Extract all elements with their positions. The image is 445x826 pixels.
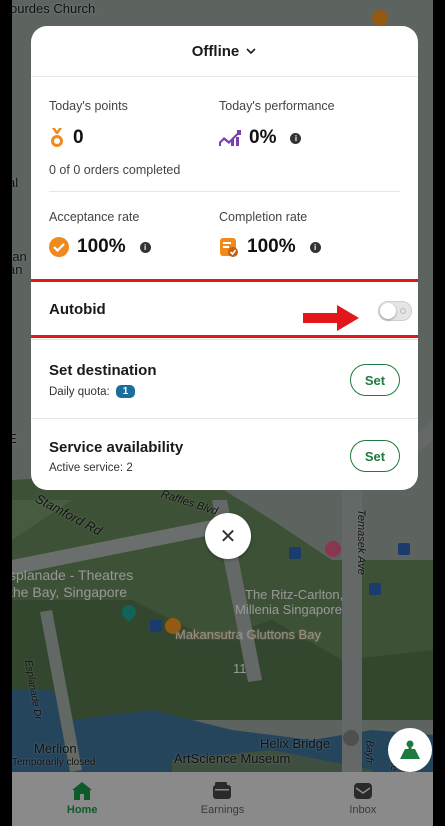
close-button[interactable]: ✕ [205, 513, 251, 559]
service-availability-row: Service availability Active service: 2 S… [31, 416, 418, 490]
set-destination-button[interactable]: Set [350, 364, 400, 396]
tab-label-earnings: Earnings [200, 804, 245, 816]
map-person-icon [400, 740, 420, 759]
completion-rate-label: Completion rate [219, 210, 308, 224]
checkmark-circle-icon [49, 237, 69, 257]
tab-label-inbox: Inbox [349, 804, 377, 816]
todays-points-value: 0 [73, 127, 84, 148]
home-icon [72, 782, 93, 800]
todays-performance-value: 0% [249, 127, 277, 148]
daily-quota-label: Daily quota: [49, 385, 110, 398]
status-row: Offline [31, 26, 418, 77]
inbox-icon [353, 783, 372, 799]
info-icon[interactable]: i [290, 132, 302, 144]
info-icon[interactable]: i [139, 241, 151, 253]
performance-chart-icon [219, 130, 241, 146]
chevron-down-icon [246, 48, 256, 55]
set-service-availability-button[interactable]: Set [350, 440, 400, 472]
status-card: Offline Today's points 0 0 of 0 orders c… [31, 26, 418, 490]
app-screen: ourdes Church ran an al E Stamford Rd Ra… [12, 0, 433, 826]
tab-inbox[interactable]: Inbox [293, 772, 433, 826]
active-service: Active service: 2 [49, 461, 133, 474]
completion-rate-value: 100% [247, 236, 296, 257]
tab-earnings[interactable]: Earnings [152, 772, 292, 826]
service-availability-title: Service availability [49, 438, 184, 456]
stats-section: Today's points 0 0 of 0 orders completed… [31, 77, 418, 258]
status-dropdown[interactable]: Offline [192, 43, 258, 60]
status-label: Offline [191, 42, 240, 60]
set-destination-row: Set destination Daily quota: 1 Set [31, 340, 418, 420]
stats-row-2: Acceptance rate 100% i Completion rate 1… [49, 192, 400, 258]
tab-label-home: Home [66, 804, 98, 816]
set-destination-title: Set destination [49, 362, 157, 379]
highlight-box [31, 279, 418, 338]
bottom-tab-bar: Home Earnings Inbox [12, 772, 433, 826]
stats-row-1: Today's points 0 0 of 0 orders completed… [49, 77, 400, 177]
acceptance-rate-label: Acceptance rate [49, 210, 140, 224]
close-icon: ✕ [219, 525, 237, 548]
todays-performance-label: Today's performance [219, 99, 335, 113]
orders-completed: 0 of 0 orders completed [49, 163, 181, 177]
toggle-knob [380, 303, 396, 319]
acceptance-rate-value: 100% [77, 236, 126, 257]
wallet-icon [213, 782, 232, 799]
autobid-toggle[interactable] [378, 301, 412, 321]
toggle-off-indicator [400, 308, 406, 314]
clipboard-check-icon [220, 238, 238, 257]
tab-home[interactable]: Home [12, 772, 152, 826]
arrow-right-icon [303, 305, 359, 331]
medal-icon [51, 128, 63, 147]
daily-quota-badge: 1 [115, 385, 136, 398]
map-location-button[interactable] [388, 728, 432, 772]
todays-points-label: Today's points [49, 99, 128, 113]
info-icon[interactable]: i [309, 241, 321, 253]
